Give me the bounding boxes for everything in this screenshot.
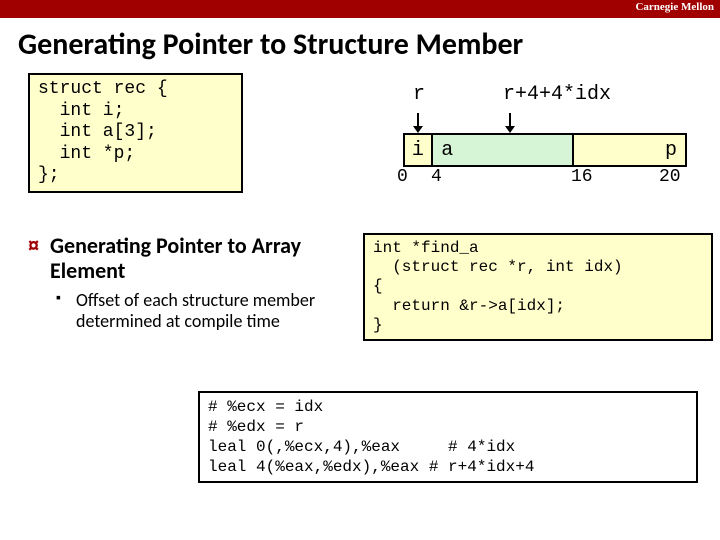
subbullet-mark: ▪ xyxy=(56,290,61,307)
offset-0: 0 xyxy=(397,167,408,187)
brand-label: Carnegie Mellon xyxy=(635,1,714,13)
struct-layout-row: i a p xyxy=(403,133,687,167)
bullet-heading-text: Generating Pointer to Array Element xyxy=(50,232,301,284)
bullet-mark: ¤ xyxy=(28,235,39,258)
function-code: int *find_a (struct rec *r, int idx) { r… xyxy=(363,233,713,341)
cell-a: a xyxy=(433,135,574,165)
assembly-code: # %ecx = idx # %edx = r leal 0(,%ecx,4),… xyxy=(198,391,698,483)
offset-20: 20 xyxy=(659,167,681,187)
offset-4: 4 xyxy=(431,167,442,187)
pointer-r-label: r xyxy=(413,83,425,106)
bullet-sub-text: Offset of each structure member determin… xyxy=(76,289,315,333)
slide-title: Generating Pointer to Structure Member xyxy=(18,26,708,63)
cell-i: i xyxy=(405,135,433,165)
memory-layout: r r+4+4*idx i a p 0 4 16 20 xyxy=(373,83,693,189)
top-bar: Carnegie Mellon xyxy=(0,0,720,18)
bullet-sub: ▪ Offset of each structure member determ… xyxy=(28,290,348,333)
pointer-ridx-label: r+4+4*idx xyxy=(503,83,611,106)
struct-code: struct rec { int i; int a[3]; int *p; }; xyxy=(28,73,243,193)
cell-p: p xyxy=(574,135,685,165)
arrow-ridx xyxy=(509,113,511,127)
offset-16: 16 xyxy=(571,167,593,187)
offsets-row: 0 4 16 20 xyxy=(403,167,683,189)
bullet-heading: ¤ Generating Pointer to Array Element xyxy=(28,233,348,284)
bullet-block: ¤ Generating Pointer to Array Element ▪ … xyxy=(28,233,348,333)
arrow-r xyxy=(417,113,419,127)
